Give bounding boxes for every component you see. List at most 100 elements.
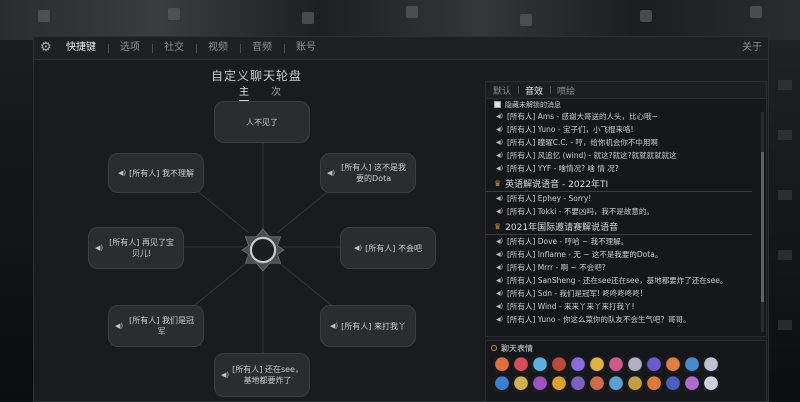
list-item-label: [所有人] SanSheng - 还在see还在see，基地都要炸了还在see。 bbox=[506, 276, 728, 285]
group-header: ♛ 2021年国际邀请赛解说语音 bbox=[486, 218, 752, 235]
list-item[interactable]: ◀) [所有人] Tokki - 不要凶吗，我不是故意的。 bbox=[486, 205, 758, 218]
emote-icon[interactable] bbox=[570, 357, 586, 373]
list-item-label: [所有人] 瞳曜C.C. - 哼，给你机会你不中用啊 bbox=[506, 138, 658, 147]
wheel-slot-top-label: 人不见了 bbox=[246, 117, 278, 127]
bg-shape bbox=[778, 190, 792, 200]
list-item-label: [所有人] Mrrr - 啊 ~ 不会吧? bbox=[506, 263, 606, 272]
background-left bbox=[0, 40, 33, 400]
tab-default[interactable]: 默认 bbox=[486, 84, 518, 97]
speaker-icon: ◀) bbox=[221, 370, 230, 379]
tab-spray[interactable]: 喷绘 bbox=[550, 84, 582, 97]
list-item[interactable]: ◀) [所有人] Ephey - Sorry! bbox=[486, 192, 758, 205]
wheel-slot-top-left[interactable]: ◀) [所有人] 我不理解 bbox=[108, 153, 204, 193]
wheel-slot-right[interactable]: ◀) [所有人] 不会吧 bbox=[340, 227, 436, 269]
emote-icon[interactable] bbox=[589, 376, 605, 392]
bg-shape bbox=[778, 130, 792, 140]
list-item-label: [所有人] Ephey - Sorry! bbox=[506, 194, 592, 203]
list-item-label: [所有人] Wind - 来来丫来丫来打我丫! bbox=[506, 302, 635, 311]
scrollbar[interactable] bbox=[761, 112, 764, 332]
list-item-label: [所有人] YYF - 啥情况? 啥 情 况? bbox=[506, 164, 619, 173]
list-item[interactable]: ◀) [所有人] Ams - 感谢大哥送的人头，比心哦~ bbox=[486, 110, 758, 123]
speaker-icon: ◀) bbox=[496, 165, 503, 172]
list-item[interactable]: ◀) [所有人] Yuno - 你这么菜你的队友不会生气吧？哥哥。 bbox=[486, 313, 758, 326]
emote-icon[interactable] bbox=[494, 376, 510, 392]
wheel-slot-right-label: [所有人] 不会吧 bbox=[365, 243, 422, 253]
emote-icon[interactable] bbox=[627, 357, 643, 373]
trophy-icon: ♛ bbox=[494, 178, 502, 188]
about-button[interactable]: 关于 bbox=[742, 37, 762, 59]
list-item[interactable]: ◀) [所有人] Wind - 来来丫来丫来打我丫! bbox=[486, 300, 758, 313]
list-item[interactable]: ◀) [所有人] Yuno - 宝子们，小飞棍来咯! bbox=[486, 123, 758, 136]
wheel-spokes bbox=[134, 142, 394, 357]
tab-sound[interactable]: 音效 bbox=[518, 84, 550, 97]
wheel-slot-top-right[interactable]: ◀) [所有人] 这不是我要的Dota bbox=[320, 153, 416, 193]
trophy-icon: ♛ bbox=[494, 221, 502, 231]
bg-shape bbox=[750, 6, 762, 18]
emote-icon[interactable] bbox=[665, 357, 681, 373]
list-item[interactable]: ◀) [所有人] Mrrr - 啊 ~ 不会吧? bbox=[486, 261, 758, 274]
emote-panel: 聊天表情 bbox=[485, 340, 767, 402]
emote-icon[interactable] bbox=[608, 357, 624, 373]
list-item-label: [所有人] Yuno - 你这么菜你的队友不会生气吧？哥哥。 bbox=[506, 315, 691, 324]
emote-icon[interactable] bbox=[627, 376, 643, 392]
emote-header: 聊天表情 bbox=[486, 341, 766, 355]
list-item[interactable]: ◀) [所有人] 风追忆 (wind) - 就这?就这?就就就就就这 bbox=[486, 149, 758, 162]
hide-locked-label: 隐藏未解锁的消息 bbox=[505, 100, 561, 109]
emote-icon[interactable] bbox=[684, 376, 700, 392]
wheel-center-icon bbox=[241, 228, 285, 272]
bg-shape bbox=[640, 10, 652, 22]
emote-icon[interactable] bbox=[608, 376, 624, 392]
list-item[interactable]: ◀) [所有人] 瞳曜C.C. - 哼，给你机会你不中用啊 bbox=[486, 136, 758, 149]
checkbox[interactable] bbox=[494, 101, 501, 108]
chat-list-tabs: 默认 音效 喷绘 bbox=[486, 82, 766, 99]
speaker-icon: ◀) bbox=[496, 264, 503, 271]
list-item[interactable]: ◀) [所有人] SanSheng - 还在see还在see，基地都要炸了还在se… bbox=[486, 274, 758, 287]
list-item[interactable]: ◀) [所有人] Inflame - 无 ~ 这不是我要的Dota。 bbox=[486, 248, 758, 261]
list-item-label: [所有人] 风追忆 (wind) - 就这?就这?就就就就就这 bbox=[506, 151, 677, 160]
speaker-icon: ◀) bbox=[496, 290, 503, 297]
wheel-slot-bottom-right[interactable]: ◀) [所有人] 来打我丫 bbox=[320, 305, 416, 347]
list-item[interactable]: ◀) [所有人] Sdn - 我们是冠军! 咚咚咚咚咚! bbox=[486, 287, 758, 300]
bg-shape bbox=[520, 14, 532, 26]
wheel-slot-top[interactable]: 人不见了 bbox=[214, 101, 310, 143]
emote-icon[interactable] bbox=[684, 357, 700, 373]
emote-icon[interactable] bbox=[646, 376, 662, 392]
group-title: 英语解说语音 - 2022年TI bbox=[505, 179, 609, 190]
hide-locked-toggle[interactable]: 隐藏未解锁的消息 bbox=[486, 99, 766, 110]
emote-icon[interactable] bbox=[570, 376, 586, 392]
emote-icon[interactable] bbox=[589, 357, 605, 373]
wheel-slot-bottom-right-label: [所有人] 来打我丫 bbox=[341, 321, 406, 331]
list-item-label: [所有人] Inflame - 无 ~ 这不是我要的Dota。 bbox=[506, 250, 663, 259]
wheel-slot-top-right-label: [所有人] 这不是我要的Dota bbox=[341, 163, 406, 183]
emote-title: 聊天表情 bbox=[501, 343, 533, 353]
scrollbar-thumb[interactable] bbox=[761, 152, 764, 302]
wheel-slot-bottom-left[interactable]: ◀) [所有人] 我们是冠军 bbox=[108, 305, 204, 347]
speaker-icon: ◀) bbox=[496, 316, 503, 323]
bg-shape bbox=[38, 10, 50, 22]
wheel-slot-bottom-left-label: [所有人] 我们是冠军 bbox=[129, 316, 194, 336]
emote-icon[interactable] bbox=[665, 376, 681, 392]
emote-icon[interactable] bbox=[532, 376, 548, 392]
wheel-slot-top-left-label: [所有人] 我不理解 bbox=[129, 168, 194, 178]
emote-icon[interactable] bbox=[646, 357, 662, 373]
wheel-slot-bottom[interactable]: ◀) [所有人] 还在see，基地都要炸了 bbox=[214, 353, 310, 397]
bg-shape bbox=[168, 8, 180, 20]
emote-icon[interactable] bbox=[513, 376, 529, 392]
emote-icon[interactable] bbox=[494, 357, 510, 373]
bg-shape bbox=[778, 320, 792, 330]
wheel-slot-left[interactable]: ◀) [所有人] 再见了宝贝儿! bbox=[88, 227, 184, 269]
emote-icon[interactable] bbox=[551, 376, 567, 392]
emote-icon[interactable] bbox=[513, 357, 529, 373]
list-item[interactable]: ◀) [所有人] YYF - 啥情况? 啥 情 况? bbox=[486, 162, 758, 175]
speaker-icon: ◀) bbox=[496, 126, 503, 133]
speaker-icon: ◀) bbox=[95, 243, 104, 252]
wheel-slot-left-label: [所有人] 再见了宝贝儿! bbox=[109, 238, 174, 258]
emote-icon[interactable] bbox=[551, 357, 567, 373]
group-header: ♛ 英语解说语音 - 2022年TI bbox=[486, 175, 752, 192]
emote-icon[interactable] bbox=[532, 357, 548, 373]
list-item-label: [所有人] Ams - 感谢大哥送的人头，比心哦~ bbox=[506, 112, 658, 121]
list-item[interactable]: ◀) [所有人] Dove - 哼哈 ~ 我不理解。 bbox=[486, 235, 758, 248]
bg-shape bbox=[302, 12, 314, 24]
emote-icon[interactable] bbox=[703, 357, 719, 373]
emote-icon[interactable] bbox=[703, 376, 719, 392]
